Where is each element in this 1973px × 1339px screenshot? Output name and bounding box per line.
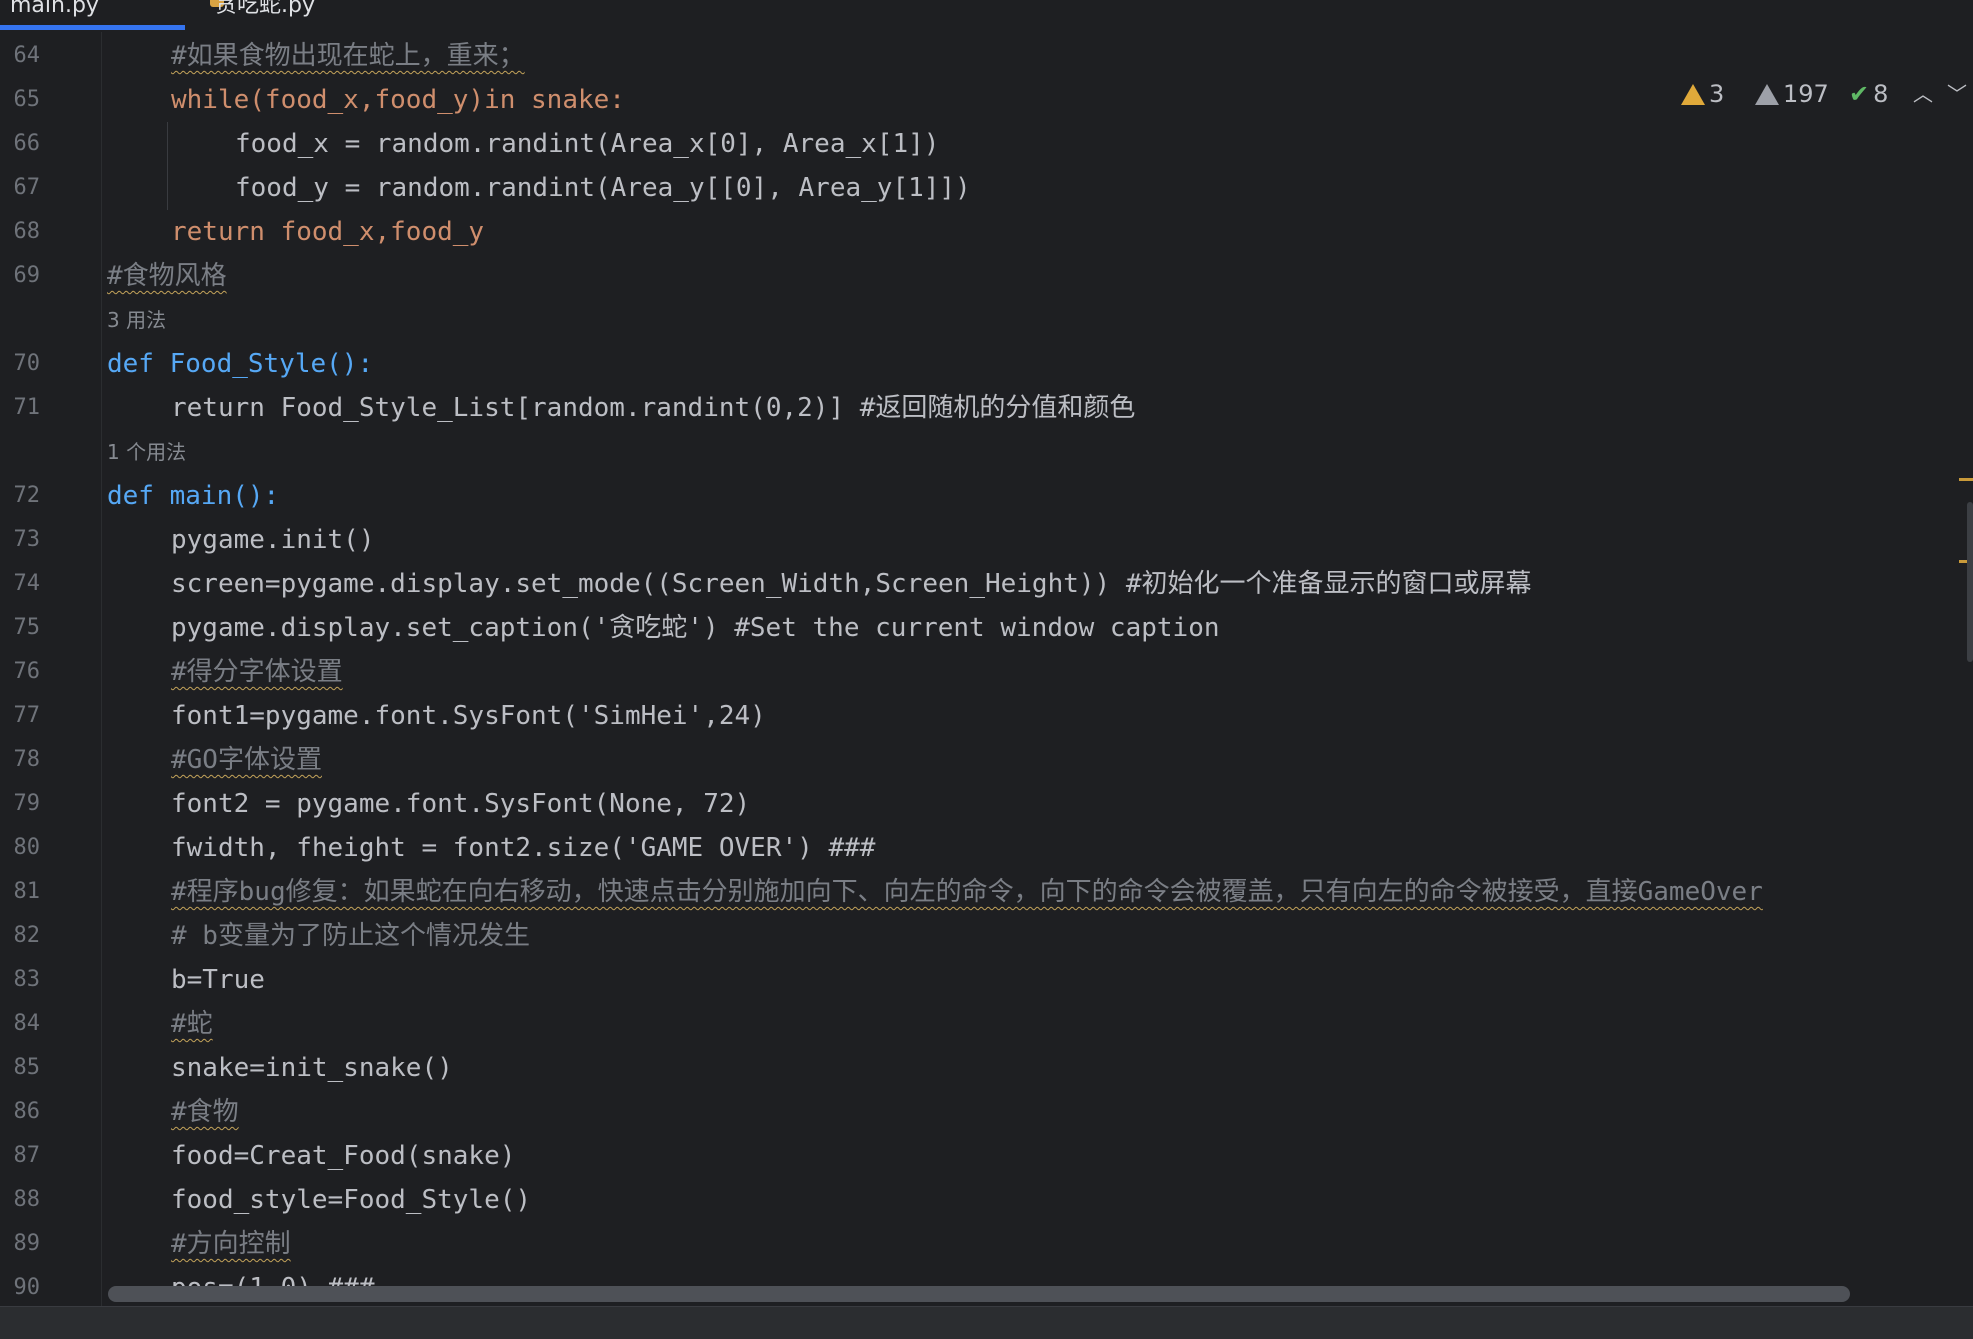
code-line: def Food_Style(): xyxy=(107,349,374,379)
code-line: b=True xyxy=(171,965,265,995)
line-number: 70 xyxy=(13,351,41,376)
tab-label-snake: 贪吃蛇.py xyxy=(215,0,315,18)
code-line: pygame.init() xyxy=(171,525,375,555)
check-icon: ✔ xyxy=(1849,80,1870,108)
code-line: return food_x,food_y xyxy=(171,217,485,247)
line-number: 85 xyxy=(13,1055,41,1080)
usage-hint[interactable]: 1 个用法 xyxy=(107,430,186,474)
line-number: 74 xyxy=(13,571,41,596)
tab-main-py[interactable]: main.py xyxy=(10,0,99,22)
code-line: font2 = pygame.font.SysFont(None, 72) xyxy=(171,789,751,819)
line-number: 64 xyxy=(13,43,41,68)
code-line: pygame.display.set_caption('贪吃蛇') #Set t… xyxy=(171,613,1220,643)
line-number: 78 xyxy=(13,747,41,772)
code-editor[interactable]: 64 65 66 67 68 69 70 71 72 73 74 75 76 7… xyxy=(0,32,1973,1306)
line-number: 81 xyxy=(13,879,41,904)
code-line: def main(): xyxy=(107,481,280,511)
editor-tab-bar: main.py 贪吃蛇.py xyxy=(0,0,1973,33)
line-number: 72 xyxy=(13,483,41,508)
code-line: while(food_x,food_y)in snake: xyxy=(171,85,625,115)
code-line: #食物 xyxy=(171,1097,239,1127)
line-number: 67 xyxy=(13,175,41,200)
status-bar xyxy=(0,1306,1973,1339)
horizontal-scrollbar[interactable] xyxy=(108,1286,1850,1302)
line-number: 66 xyxy=(13,131,41,156)
code-line: #得分字体设置 xyxy=(171,657,343,687)
warning-icon xyxy=(1755,84,1779,105)
line-number: 80 xyxy=(13,835,41,860)
line-number: 77 xyxy=(13,703,41,728)
line-number: 82 xyxy=(13,923,41,948)
line-number: 76 xyxy=(13,659,41,684)
code-line: font1=pygame.font.SysFont('SimHei',24) xyxy=(171,701,766,731)
scroll-marker[interactable] xyxy=(1959,478,1973,481)
line-number: 89 xyxy=(13,1231,41,1256)
gutter-divider xyxy=(101,32,102,1306)
tab-snake-py[interactable]: 贪吃蛇.py xyxy=(215,0,315,22)
code-line: food=Creat_Food(snake) xyxy=(171,1141,516,1171)
line-number: 90 xyxy=(13,1275,41,1300)
code-line: # b变量为了防止这个情况发生 xyxy=(171,921,530,951)
line-number: 68 xyxy=(13,219,41,244)
code-line: #蛇 xyxy=(171,1009,213,1039)
ok-count[interactable]: ✔ 8 xyxy=(1849,76,1888,112)
code-line: #方向控制 xyxy=(171,1229,291,1259)
tab-label-main: main.py xyxy=(10,0,99,18)
code-line: #如果食物出现在蛇上，重来； xyxy=(171,41,525,71)
chevron-up-icon[interactable]: ︿ xyxy=(1913,76,1933,112)
line-number: 84 xyxy=(13,1011,41,1036)
chevron-down-icon[interactable]: ﹀ xyxy=(1947,76,1967,112)
line-number: 79 xyxy=(13,791,41,816)
code-line: fwidth, fheight = font2.size('GAME OVER'… xyxy=(171,833,876,863)
code-line: food_style=Food_Style() xyxy=(171,1185,532,1215)
line-number: 73 xyxy=(13,527,41,552)
code-line: return Food_Style_List[random.randint(0,… xyxy=(171,393,1136,423)
line-number: 87 xyxy=(13,1143,41,1168)
usage-hint[interactable]: 3 用法 xyxy=(107,298,166,342)
line-number: 71 xyxy=(13,395,41,420)
code-line: food_y = random.randint(Area_y[[0], Area… xyxy=(235,173,971,203)
code-line: #程序bug修复：如果蛇在向右移动，快速点击分别施加向下、向左的命令，向下的命令… xyxy=(171,877,1763,907)
code-line: screen=pygame.display.set_mode((Screen_W… xyxy=(171,569,1532,599)
line-number: 83 xyxy=(13,967,41,992)
warning-icon xyxy=(1681,84,1705,105)
error-count[interactable]: 3 xyxy=(1681,76,1724,112)
code-line: #GO字体设置 xyxy=(171,745,322,775)
line-number: 75 xyxy=(13,615,41,640)
line-number: 88 xyxy=(13,1187,41,1212)
code-line: food_x = random.randint(Area_x[0], Area_… xyxy=(235,129,940,159)
active-tab-indicator xyxy=(0,25,185,30)
inspections-widget[interactable]: 3 197 ✔ 8 ︿ ﹀ xyxy=(1673,76,1973,112)
line-number: 69 xyxy=(13,263,41,288)
code-line: #食物风格 xyxy=(107,261,227,291)
warning-count[interactable]: 197 xyxy=(1755,76,1829,112)
vertical-scrollbar[interactable] xyxy=(1967,502,1973,662)
line-number: 65 xyxy=(13,87,41,112)
code-line: snake=init_snake() xyxy=(171,1053,453,1083)
line-number: 86 xyxy=(13,1099,41,1124)
